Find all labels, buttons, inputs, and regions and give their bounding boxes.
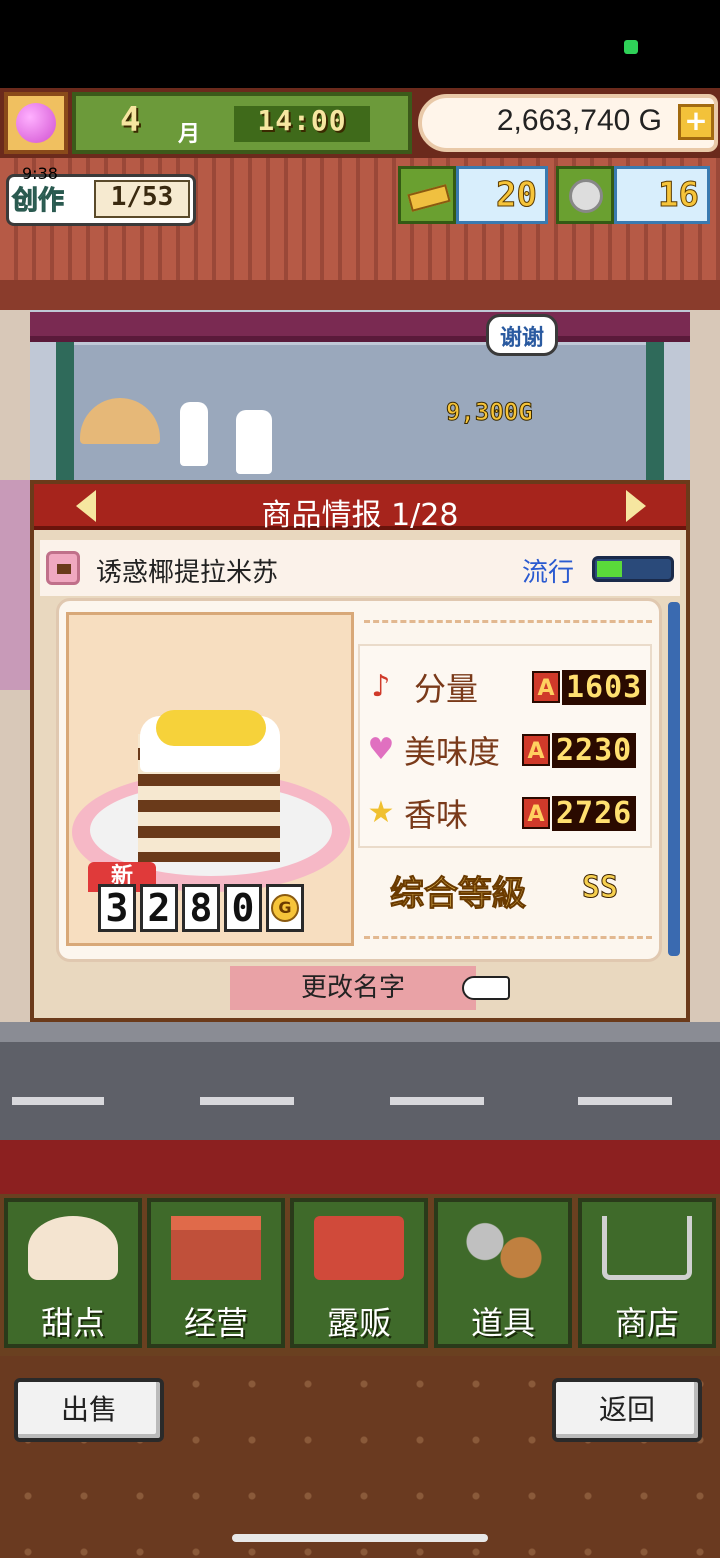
creation-progress: 1/53: [94, 180, 190, 218]
nav-label: 经营: [183, 1304, 248, 1342]
price-unit: G: [271, 894, 299, 922]
lane-marking: [390, 1097, 484, 1105]
stat-row-aroma: ★ 香味 A 2726: [364, 790, 650, 836]
price-digit: 3: [98, 884, 136, 932]
star-icon: ★: [367, 795, 395, 830]
stat-label: 分量: [414, 670, 479, 708]
pillar-left: [56, 342, 74, 492]
stat-rank: A: [532, 671, 560, 703]
street-right: [690, 310, 720, 1030]
roof-edge: [0, 280, 720, 310]
month-number: 4: [120, 100, 141, 140]
panel-title: 商品情报 1/28: [261, 498, 459, 533]
game-time: 14:00: [257, 104, 347, 137]
nav-label: 道具: [470, 1304, 535, 1342]
price-display: 3 2 8 0 G: [98, 884, 304, 932]
tree-icon[interactable]: [4, 92, 68, 154]
home-indicator[interactable]: [232, 1534, 488, 1542]
divider: [364, 620, 652, 623]
creation-label: 创作: [11, 186, 65, 217]
creation-timer: 9:38: [22, 164, 58, 183]
gear-bag-icon: [458, 1216, 548, 1280]
status-bar: [0, 0, 720, 88]
stat-label: 美味度: [404, 733, 501, 771]
pillar-right: [646, 342, 664, 492]
cherry-tree: [0, 480, 30, 690]
speech-text: 谢谢: [499, 326, 544, 351]
stat-value: 1603: [562, 669, 647, 705]
stat-row-volume: ♪ 分量 A 1603: [364, 664, 650, 710]
battery-icon: [624, 40, 638, 54]
overall-grade-label: 综合等級: [390, 874, 527, 915]
medal-count: 16: [614, 166, 710, 224]
add-money-button[interactable]: +: [678, 104, 714, 140]
food-truck-icon: [314, 1216, 404, 1280]
medal-icon: [556, 166, 614, 224]
sell-button[interactable]: 出售: [14, 1378, 164, 1442]
price-digit: 0: [224, 884, 262, 932]
sidewalk-curb: [0, 1022, 720, 1042]
cake-icon: [46, 551, 80, 585]
stat-row-taste: ♥ 美味度 A 2230: [364, 727, 650, 773]
nav-label: 甜点: [40, 1304, 105, 1342]
money-amount: 2,663,740 G: [496, 104, 662, 137]
price-digit: 8: [182, 884, 220, 932]
decorative-band: [0, 1140, 720, 1194]
lane-marking: [12, 1097, 104, 1105]
trend-meter-fill: [597, 561, 622, 577]
stat-value: 2230: [552, 732, 637, 768]
stat-label: 香味: [404, 796, 469, 834]
nav-tab-manage[interactable]: 经营: [147, 1198, 285, 1348]
trend-label: 流行: [522, 558, 575, 588]
shop-interior: [70, 345, 650, 485]
floating-price: 9,300G: [446, 398, 534, 427]
nav-label: 露贩: [326, 1304, 391, 1342]
cake-topping: [156, 710, 266, 746]
nav-tab-stall[interactable]: 露贩: [290, 1198, 428, 1348]
shop-awning: [30, 312, 690, 342]
next-arrow-icon[interactable]: [626, 490, 646, 522]
rename-button[interactable]: 更改名字: [230, 966, 476, 1010]
item-name: 诱惑椰提拉米苏: [96, 558, 279, 588]
stat-rank: A: [522, 734, 550, 766]
gold-bar-icon: [398, 166, 456, 224]
lane-marking: [578, 1097, 672, 1105]
month-label: 月: [178, 122, 201, 147]
chef-character: [236, 410, 272, 474]
stat-value: 2726: [552, 795, 637, 831]
chef-character: [180, 402, 208, 466]
nav-tab-items[interactable]: 道具: [434, 1198, 572, 1348]
nav-tab-store[interactable]: 商店: [578, 1198, 716, 1348]
back-button[interactable]: 返回: [552, 1378, 702, 1442]
shop-icon: [171, 1216, 261, 1280]
music-note-icon: ♪: [371, 669, 391, 704]
stat-rank: A: [522, 797, 550, 829]
gold-coin-icon: G: [266, 884, 304, 932]
cart-icon: [602, 1216, 692, 1280]
overall-grade-value: SS: [581, 870, 619, 906]
scrollbar[interactable]: [668, 602, 680, 956]
nav-tab-sweets[interactable]: 甜点: [4, 1198, 142, 1348]
lane-marking: [200, 1097, 294, 1105]
divider: [364, 936, 652, 939]
gold-bar-count: 20: [456, 166, 548, 224]
nav-label: 商店: [614, 1304, 679, 1342]
heart-icon: ♥: [367, 732, 395, 767]
price-digit: 2: [140, 884, 178, 932]
prev-arrow-icon[interactable]: [76, 490, 96, 522]
pointing-hand-icon: [462, 976, 510, 1000]
cake-icon: [28, 1216, 118, 1280]
